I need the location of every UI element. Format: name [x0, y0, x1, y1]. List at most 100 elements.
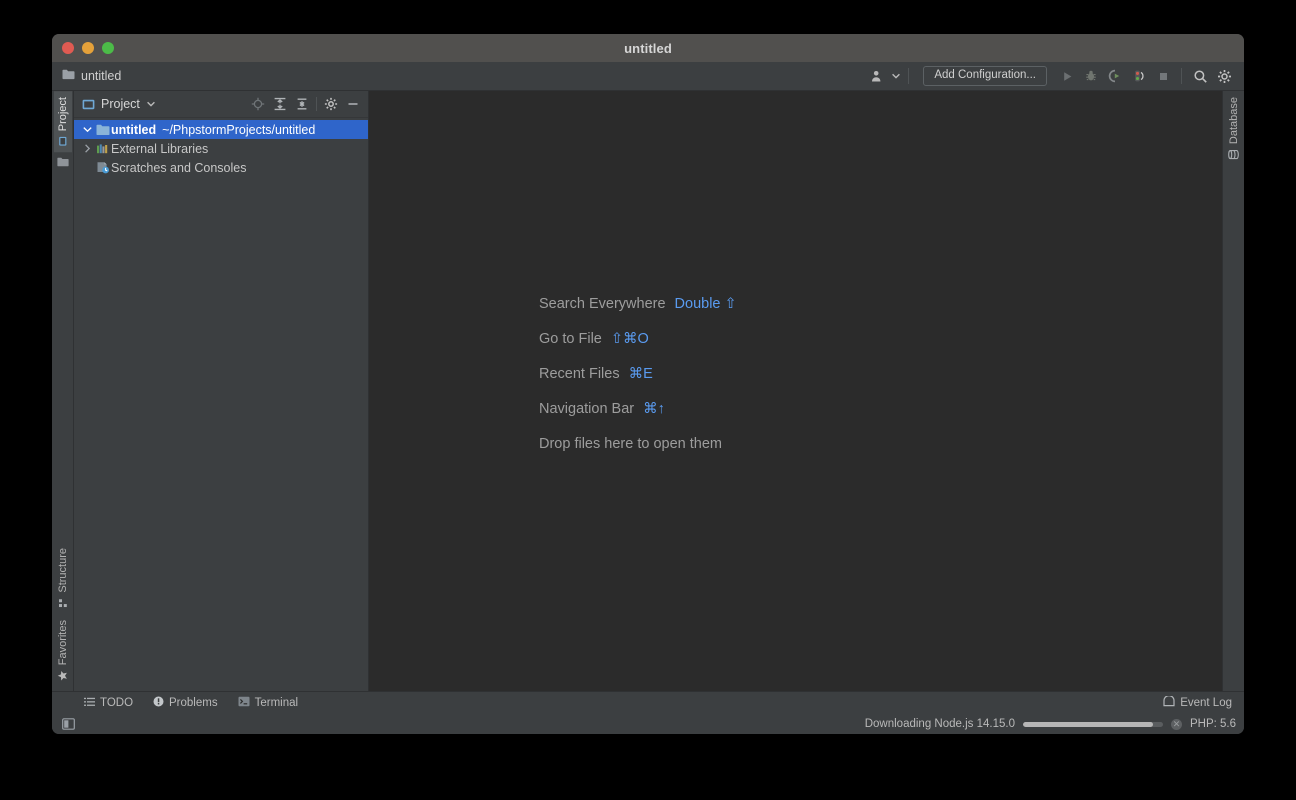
chevron-down-icon[interactable]	[890, 65, 902, 87]
gear-icon[interactable]	[1212, 65, 1236, 87]
left-rail-top-group: Project	[53, 91, 72, 171]
sidebar-item-database[interactable]: Database	[1225, 91, 1243, 166]
gear-icon[interactable]	[320, 94, 342, 114]
stop-square-icon[interactable]	[1151, 65, 1175, 87]
php-version-indicator[interactable]: PHP: 5.6	[1190, 718, 1236, 730]
locate-target-icon[interactable]	[247, 94, 269, 114]
hint-label: Drop files here to open them	[539, 436, 722, 452]
debug-bug-icon[interactable]	[1079, 65, 1103, 87]
hint-go-to-file: Go to File ⇧⌘O	[539, 331, 737, 347]
main-toolbar: untitled Add Configuration...	[52, 62, 1244, 91]
expand-all-icon[interactable]	[269, 94, 291, 114]
collapse-all-icon[interactable]	[291, 94, 313, 114]
project-tree: untitled ~/PhpstormProjects/untitled Ext…	[74, 118, 368, 177]
folder-icon	[62, 69, 75, 83]
hint-label: Go to File	[539, 331, 602, 347]
bottom-item-todo[interactable]: TODO	[74, 693, 143, 713]
project-window-icon	[58, 136, 68, 146]
bottom-item-problems[interactable]: Problems	[143, 693, 228, 713]
window-body: Project Structure Favorites Project unti…	[52, 91, 1244, 691]
window-title: untitled	[624, 40, 672, 56]
project-panel-actions	[247, 94, 364, 114]
hint-label: Navigation Bar	[539, 401, 635, 417]
hint-search-everywhere: Search Everywhere Double ⇧	[539, 296, 737, 312]
sidebar-item-database-label: Database	[1227, 97, 1240, 145]
right-rail-top-group: Database	[1225, 91, 1243, 166]
structure-icon	[58, 598, 68, 608]
download-progress-fill	[1022, 721, 1154, 727]
editor-empty-area[interactable]: Search Everywhere Double ⇧ Go to File ⇧⌘…	[369, 91, 1222, 691]
tree-row[interactable]: Scratches and Consoles	[74, 158, 368, 177]
project-tool-window: Project untitled ~/PhpstormProjects/unti…	[74, 91, 369, 691]
event-log-balloon-icon	[1163, 695, 1175, 710]
tree-node-label: External Libraries	[111, 141, 209, 156]
project-panel-title: Project	[101, 97, 140, 111]
bottom-tool-window-bar: TODO Problems Terminal Event Log	[52, 691, 1244, 714]
profile-traffic-icon[interactable]	[1127, 65, 1151, 87]
tree-row[interactable]: External Libraries	[74, 139, 368, 158]
run-play-icon[interactable]	[1055, 65, 1079, 87]
progress-label: Downloading Node.js 14.15.0	[864, 718, 1015, 730]
editor-hints: Search Everywhere Double ⇧ Go to File ⇧⌘…	[539, 296, 737, 452]
chevron-collapsed-icon[interactable]	[80, 144, 94, 153]
hint-shortcut: ⌘E	[628, 366, 653, 382]
toggle-tool-windows-icon[interactable]	[58, 718, 79, 730]
terminal-icon	[238, 696, 250, 710]
status-bar-right: Downloading Node.js 14.15.0 ✕ PHP: 5.6	[865, 718, 1236, 730]
tree-row[interactable]: untitled ~/PhpstormProjects/untitled	[74, 120, 368, 139]
status-bar: Downloading Node.js 14.15.0 ✕ PHP: 5.6	[52, 714, 1244, 734]
hide-minimize-icon[interactable]	[342, 94, 364, 114]
star-icon	[57, 670, 68, 681]
toolbar-right-group: Add Configuration...	[866, 65, 1236, 87]
problems-warning-icon	[153, 696, 164, 710]
add-configuration-button[interactable]: Add Configuration...	[923, 66, 1047, 86]
traffic-light-controls	[52, 42, 114, 54]
user-account-icon[interactable]	[866, 65, 890, 87]
maximize-window-button[interactable]	[102, 42, 114, 54]
tree-node-path: ~/PhpstormProjects/untitled	[162, 122, 316, 137]
hint-navigation-bar: Navigation Bar ⌘↑	[539, 401, 737, 417]
desktop-background: untitled untitled Add Configuration... P…	[0, 0, 1296, 800]
toolbar-divider-2	[1181, 68, 1182, 84]
breadcrumb[interactable]: untitled	[62, 69, 121, 83]
cancel-x-icon[interactable]: ✕	[1170, 718, 1182, 730]
chevron-expanded-icon[interactable]	[80, 126, 94, 133]
event-log-button[interactable]: Event Log	[1163, 695, 1238, 710]
hint-label: Recent Files	[539, 366, 620, 382]
hint-recent-files: Recent Files ⌘E	[539, 366, 737, 382]
left-tool-rail: Project Structure Favorites	[52, 91, 74, 691]
sidebar-item-structure-label: Structure	[56, 548, 69, 593]
sidebar-item-favorites[interactable]: Favorites	[54, 614, 72, 687]
folder-icon[interactable]	[56, 155, 69, 168]
event-log-label: Event Log	[1180, 697, 1232, 709]
sidebar-item-structure[interactable]: Structure	[54, 542, 72, 614]
external-libraries-icon	[94, 143, 111, 155]
bottom-item-todo-label: TODO	[100, 697, 134, 709]
run-with-coverage-icon[interactable]	[1103, 65, 1127, 87]
right-tool-rail: Database	[1222, 91, 1244, 691]
download-progress-bar	[1022, 721, 1163, 727]
panel-divider	[316, 97, 317, 111]
hint-shortcut: ⌘↑	[643, 401, 665, 417]
todo-list-icon	[84, 697, 95, 710]
chevron-down-icon[interactable]	[147, 101, 155, 107]
hint-drop-files: Drop files here to open them	[539, 436, 737, 452]
left-rail-bottom-group: Structure Favorites	[54, 542, 72, 691]
close-window-button[interactable]	[62, 42, 74, 54]
hint-shortcut: ⇧⌘O	[610, 331, 649, 347]
project-window-icon	[82, 98, 95, 111]
search-icon[interactable]	[1188, 65, 1212, 87]
tree-node-label: untitled	[111, 122, 157, 137]
breadcrumb-label: untitled	[81, 69, 122, 83]
bottom-item-terminal-label: Terminal	[254, 697, 299, 709]
phpstorm-window: untitled untitled Add Configuration... P…	[52, 34, 1244, 734]
sidebar-item-project-label: Project	[56, 97, 69, 132]
bottom-item-terminal[interactable]: Terminal	[228, 693, 308, 713]
sidebar-item-project[interactable]: Project	[53, 91, 72, 153]
status-bar-left	[58, 718, 79, 730]
tree-node-label: Scratches and Consoles	[111, 160, 247, 175]
bottom-item-problems-label: Problems	[169, 697, 218, 709]
minimize-window-button[interactable]	[82, 42, 94, 54]
hint-shortcut: Double ⇧	[674, 296, 737, 312]
hint-label: Search Everywhere	[539, 296, 666, 312]
